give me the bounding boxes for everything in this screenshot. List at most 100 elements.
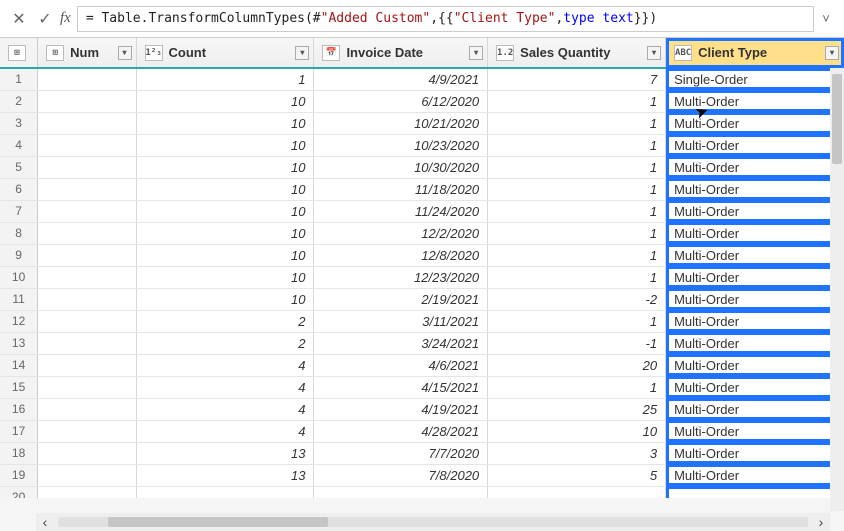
table-row[interactable]: 7 1011/24/20201Multi-Order	[0, 200, 844, 222]
table-row[interactable]: 41010/23/20201Multi-Order	[0, 134, 844, 156]
cell[interactable]: 10	[136, 222, 314, 244]
cell[interactable]: 10	[136, 156, 314, 178]
cell[interactable]	[38, 442, 136, 464]
cell[interactable]: 3/11/2021	[314, 310, 488, 332]
cell[interactable]: Multi-Order	[666, 200, 844, 222]
cell[interactable]: 1	[488, 200, 666, 222]
cell[interactable]	[666, 486, 844, 498]
vertical-scrollbar[interactable]	[830, 68, 844, 511]
row-index[interactable]: 17	[0, 420, 38, 442]
cell[interactable]: Multi-Order	[666, 156, 844, 178]
table-row[interactable]: 19137/8/20205Multi-Order	[0, 464, 844, 486]
cell[interactable]: 4/15/2021	[314, 376, 488, 398]
column-header-client-type[interactable]: ABCClient Type▾	[666, 38, 844, 68]
cell[interactable]: 4/9/2021	[314, 68, 488, 90]
type-icon[interactable]: ABC	[674, 45, 692, 61]
cell[interactable]: 1	[488, 376, 666, 398]
table-row[interactable]: 1644/19/202125Multi-Order	[0, 398, 844, 420]
table-row[interactable]: 114/9/20217Single-Order	[0, 68, 844, 90]
formula-input[interactable]: = Table.TransformColumnTypes(#"Added Cus…	[77, 6, 814, 32]
row-index[interactable]: 20	[0, 486, 38, 498]
filter-button[interactable]: ▾	[469, 46, 483, 60]
cell[interactable]: 5	[488, 464, 666, 486]
row-index[interactable]: 4	[0, 134, 38, 156]
row-index[interactable]: 18	[0, 442, 38, 464]
cell[interactable]: Multi-Order	[666, 244, 844, 266]
cell[interactable]: 7/7/2020	[314, 442, 488, 464]
cell[interactable]: 1	[488, 90, 666, 112]
cell[interactable]: 1	[488, 112, 666, 134]
cell[interactable]: 11/18/2020	[314, 178, 488, 200]
cell[interactable]: 1	[488, 134, 666, 156]
cell[interactable]	[38, 464, 136, 486]
row-index[interactable]: 7	[0, 200, 38, 222]
filter-button[interactable]: ▾	[647, 46, 661, 60]
row-index[interactable]: 3	[0, 112, 38, 134]
filter-button[interactable]: ▾	[825, 46, 839, 60]
cell[interactable]: 1	[136, 68, 314, 90]
row-index[interactable]: 15	[0, 376, 38, 398]
table-row[interactable]: 2106/12/20201Multi-Order	[0, 90, 844, 112]
row-index[interactable]: 8	[0, 222, 38, 244]
column-header-num[interactable]: ⊞Num▾	[38, 38, 136, 68]
table-row[interactable]: 20	[0, 486, 844, 498]
cell[interactable]: 12/2/2020	[314, 222, 488, 244]
cell[interactable]: 1	[488, 310, 666, 332]
cell[interactable]	[38, 90, 136, 112]
cell[interactable]: Multi-Order	[666, 112, 844, 134]
table-row[interactable]: 91012/8/20201Multi-Order	[0, 244, 844, 266]
cell[interactable]: Multi-Order	[666, 376, 844, 398]
cell[interactable]: 2/19/2021	[314, 288, 488, 310]
row-index[interactable]: 6	[0, 178, 38, 200]
cell[interactable]: -2	[488, 288, 666, 310]
cell[interactable]	[38, 486, 136, 498]
cell[interactable]: Multi-Order	[666, 134, 844, 156]
cell[interactable]: 13	[136, 464, 314, 486]
cell[interactable]	[38, 156, 136, 178]
row-index[interactable]: 16	[0, 398, 38, 420]
cell[interactable]: 4/28/2021	[314, 420, 488, 442]
cell[interactable]: 12/8/2020	[314, 244, 488, 266]
row-index[interactable]: 9	[0, 244, 38, 266]
cell[interactable]: Single-Order	[666, 68, 844, 90]
cell[interactable]: 3	[488, 442, 666, 464]
cell[interactable]: 3/24/2021	[314, 332, 488, 354]
cell[interactable]	[38, 288, 136, 310]
cell[interactable]: Multi-Order	[666, 420, 844, 442]
table-row[interactable]: 101012/23/20201Multi-Order	[0, 266, 844, 288]
column-header-count[interactable]: 1²₃Count▾	[136, 38, 314, 68]
cell[interactable]: 10	[136, 244, 314, 266]
cell[interactable]: 10/21/2020	[314, 112, 488, 134]
cell[interactable]: 10	[136, 200, 314, 222]
cell[interactable]	[314, 486, 488, 498]
cell[interactable]: 10	[136, 288, 314, 310]
cell[interactable]: 10	[488, 420, 666, 442]
row-index-header[interactable]: ⊞	[0, 38, 38, 68]
cell[interactable]: 4	[136, 354, 314, 376]
type-icon[interactable]: 1.2	[496, 45, 514, 61]
cell[interactable]: 2	[136, 332, 314, 354]
table-row[interactable]: 81012/2/20201Multi-Order	[0, 222, 844, 244]
filter-button[interactable]: ▾	[118, 46, 132, 60]
cell[interactable]: 7/8/2020	[314, 464, 488, 486]
row-index[interactable]: 1	[0, 68, 38, 90]
cell[interactable]	[38, 134, 136, 156]
row-index[interactable]: 11	[0, 288, 38, 310]
table-row[interactable]: 1744/28/202110Multi-Order	[0, 420, 844, 442]
cell[interactable]: -1	[488, 332, 666, 354]
cell[interactable]: 25	[488, 398, 666, 420]
scroll-thumb[interactable]	[108, 517, 328, 527]
scroll-track[interactable]	[58, 517, 808, 527]
column-header-sales-quantity[interactable]: 1.2Sales Quantity▾	[488, 38, 666, 68]
filter-button[interactable]: ▾	[295, 46, 309, 60]
cell[interactable]: 10/30/2020	[314, 156, 488, 178]
cell[interactable]	[38, 376, 136, 398]
cell[interactable]	[136, 486, 314, 498]
table-row[interactable]: 11102/19/2021-2Multi-Order	[0, 288, 844, 310]
cell[interactable]: 2	[136, 310, 314, 332]
horizontal-scrollbar[interactable]: ‹ ›	[36, 513, 830, 531]
cell[interactable]	[38, 420, 136, 442]
cell[interactable]: 4/6/2021	[314, 354, 488, 376]
cell[interactable]: 12/23/2020	[314, 266, 488, 288]
cell[interactable]: 11/24/2020	[314, 200, 488, 222]
